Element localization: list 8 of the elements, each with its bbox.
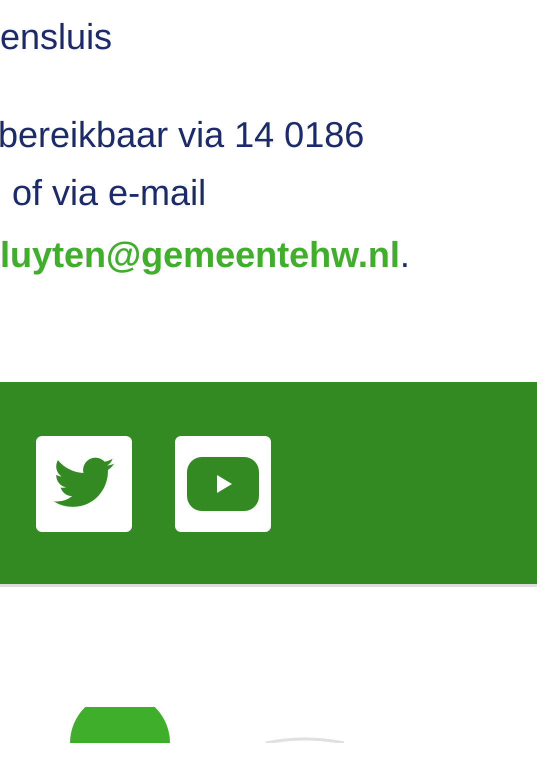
heading-text: ensluis bbox=[0, 15, 112, 59]
phone-text: bereikbaar via 14 0186 bbox=[0, 113, 364, 157]
email-link[interactable]: luyten@gemeentehw.nl bbox=[0, 225, 400, 285]
email-intro-text: of via e-mail bbox=[12, 171, 206, 215]
period-text: . bbox=[400, 233, 410, 277]
play-icon bbox=[187, 457, 259, 511]
youtube-link[interactable] bbox=[175, 436, 271, 532]
twitter-link[interactable] bbox=[36, 436, 132, 532]
